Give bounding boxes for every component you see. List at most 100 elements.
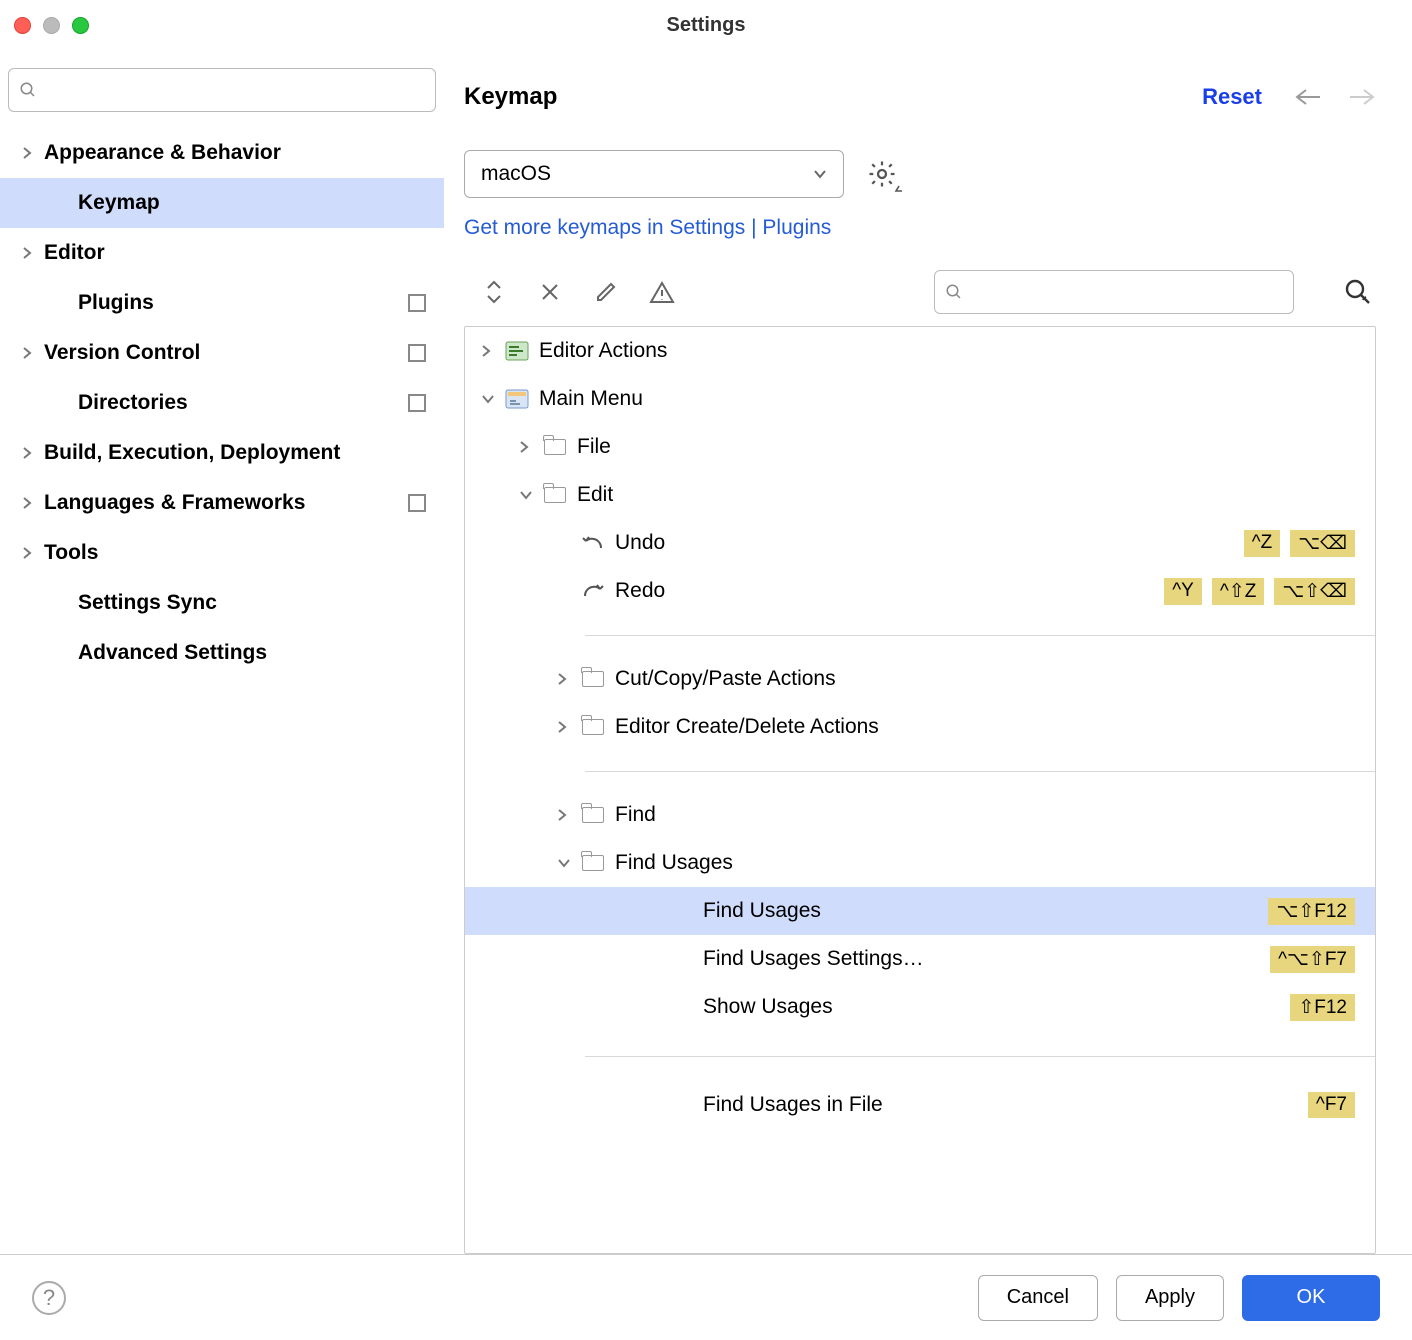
sidebar-item[interactable]: Keymap [0, 178, 444, 228]
action-tree-node[interactable]: Main Menu [465, 375, 1375, 423]
sidebar-item[interactable]: Advanced Settings [0, 628, 444, 678]
folder-icon [541, 435, 569, 459]
sidebar-item[interactable]: Tools [0, 528, 444, 578]
shortcut-badge: ⌥⇧F12 [1268, 898, 1355, 925]
chevron-right-icon [557, 720, 579, 734]
shortcut-badges: ⌥⇧F12 [1268, 898, 1355, 925]
sidebar-item[interactable]: Plugins [0, 278, 444, 328]
expand-collapse-button[interactable] [480, 278, 508, 306]
action-tree-leaf[interactable]: Undo^Z ⌥⌫ [465, 519, 1375, 567]
shortcut-badge: ^⌥⇧F7 [1270, 946, 1355, 973]
actions-search-input[interactable] [934, 270, 1294, 314]
action-tree-node[interactable]: Cut/Copy/Paste Actions [465, 655, 1375, 703]
keymap-scheme-select[interactable]: macOS [464, 150, 844, 198]
keymap-scheme-value: macOS [481, 162, 813, 186]
more-keymaps-link[interactable]: Get more keymaps in Settings | Plugins [464, 216, 1376, 240]
folder-icon [579, 851, 607, 875]
conflict-warning-icon[interactable] [648, 278, 676, 306]
sidebar-search-input[interactable] [8, 68, 436, 112]
action-tree-leaf[interactable]: Find Usages in File^F7 [465, 1081, 1375, 1129]
action-tree-leaf[interactable]: Find Usages⌥⇧F12 [465, 887, 1375, 935]
content-title: Keymap [464, 83, 1202, 111]
folder-icon [579, 803, 607, 827]
nav-forward-button[interactable] [1348, 87, 1376, 107]
edit-shortcut-button[interactable] [592, 278, 620, 306]
help-button[interactable]: ? [32, 1281, 66, 1315]
chevron-down-icon [813, 169, 827, 179]
sidebar-item-label: Languages & Frameworks [44, 491, 408, 515]
content-header: Keymap Reset [464, 62, 1376, 132]
shortcut-badge: ^Z [1244, 530, 1281, 557]
sidebar-item-label: Build, Execution, Deployment [44, 441, 432, 465]
action-tree-leaf[interactable]: Find Usages Settings…^⌥⇧F7 [465, 935, 1375, 983]
chevron-right-icon [22, 246, 44, 260]
folder-icon [579, 715, 607, 739]
action-label: Find Usages [703, 899, 1268, 923]
shortcut-badge: ⌥⌫ [1290, 530, 1355, 557]
window-zoom-button[interactable] [72, 17, 89, 34]
sidebar-item-label: Directories [78, 391, 408, 415]
redo-icon [579, 579, 607, 603]
window-close-button[interactable] [14, 17, 31, 34]
action-label: Edit [577, 483, 1359, 507]
chevron-right-icon [22, 496, 44, 510]
sidebar-item[interactable]: Appearance & Behavior [0, 128, 444, 178]
action-tree-node[interactable]: Find Usages [465, 839, 1375, 887]
action-label: Main Menu [539, 387, 1359, 411]
window-minimize-button[interactable] [43, 17, 60, 34]
reset-button[interactable]: Reset [1202, 84, 1262, 110]
action-label: Show Usages [703, 995, 1290, 1019]
action-label: Find Usages [615, 851, 1359, 875]
action-tree-node[interactable]: File [465, 423, 1375, 471]
action-label: File [577, 435, 1359, 459]
settings-tree[interactable]: Appearance & Behavior Keymap Editor Plugins… [0, 124, 444, 1254]
cancel-button[interactable]: Cancel [978, 1275, 1098, 1321]
shortcut-badges: ^Y^⇧Z⌥⇧⌫ [1164, 578, 1355, 605]
shortcut-badges: ^⌥⇧F7 [1270, 946, 1355, 973]
sidebar-item[interactable]: Directories [0, 378, 444, 428]
project-level-marker-icon [408, 394, 426, 412]
action-label: Editor Create/Delete Actions [615, 715, 1359, 739]
find-by-shortcut-button[interactable] [1340, 274, 1376, 310]
sidebar-item[interactable]: Languages & Frameworks [0, 478, 444, 528]
shortcut-badges: ^F7 [1308, 1092, 1355, 1118]
window-title: Settings [0, 14, 1412, 37]
action-label: Find Usages in File [703, 1093, 1308, 1117]
action-label: Find Usages Settings… [703, 947, 1270, 971]
keymap-toolbar [464, 270, 1376, 314]
project-level-marker-icon [408, 494, 426, 512]
keymap-settings-button[interactable] [864, 156, 900, 192]
shortcut-badge: ^⇧Z [1212, 578, 1264, 605]
action-tree-leaf[interactable]: Redo^Y^⇧Z⌥⇧⌫ [465, 567, 1375, 615]
action-label: Redo [615, 579, 1164, 603]
sidebar-item[interactable]: Build, Execution, Deployment [0, 428, 444, 478]
ok-button[interactable]: OK [1242, 1275, 1380, 1321]
action-tree-node[interactable]: Editor Actions [465, 327, 1375, 375]
shortcut-badge: ⇧F12 [1290, 994, 1355, 1021]
action-tree-leaf[interactable]: Show Usages⇧F12 [465, 983, 1375, 1031]
apply-button[interactable]: Apply [1116, 1275, 1224, 1321]
titlebar: Settings [0, 0, 1412, 50]
chevron-right-icon [557, 672, 579, 686]
sidebar-item[interactable]: Settings Sync [0, 578, 444, 628]
menu-icon [503, 387, 531, 411]
sidebar-item-label: Appearance & Behavior [44, 141, 432, 165]
chevron-down-icon [481, 394, 503, 404]
action-tree-node[interactable]: Editor Create/Delete Actions [465, 703, 1375, 751]
action-label: Undo [615, 531, 1244, 555]
sidebar-item-label: Version Control [44, 341, 408, 365]
action-tree-node[interactable]: Find [465, 791, 1375, 839]
project-level-marker-icon [408, 344, 426, 362]
action-label: Editor Actions [539, 339, 1359, 363]
chevron-right-icon [22, 446, 44, 460]
shortcut-badge: ^F7 [1308, 1092, 1355, 1118]
traffic-lights [0, 17, 89, 34]
nav-back-button[interactable] [1294, 87, 1322, 107]
collapse-all-button[interactable] [536, 278, 564, 306]
actions-tree[interactable]: Editor Actions Main Menu File Edit Undo^Z ⌥⌫ R… [464, 326, 1376, 1254]
project-level-marker-icon [408, 294, 426, 312]
sidebar-item-label: Editor [44, 241, 432, 265]
action-tree-node[interactable]: Edit [465, 471, 1375, 519]
sidebar-item[interactable]: Version Control [0, 328, 444, 378]
sidebar-item[interactable]: Editor [0, 228, 444, 278]
